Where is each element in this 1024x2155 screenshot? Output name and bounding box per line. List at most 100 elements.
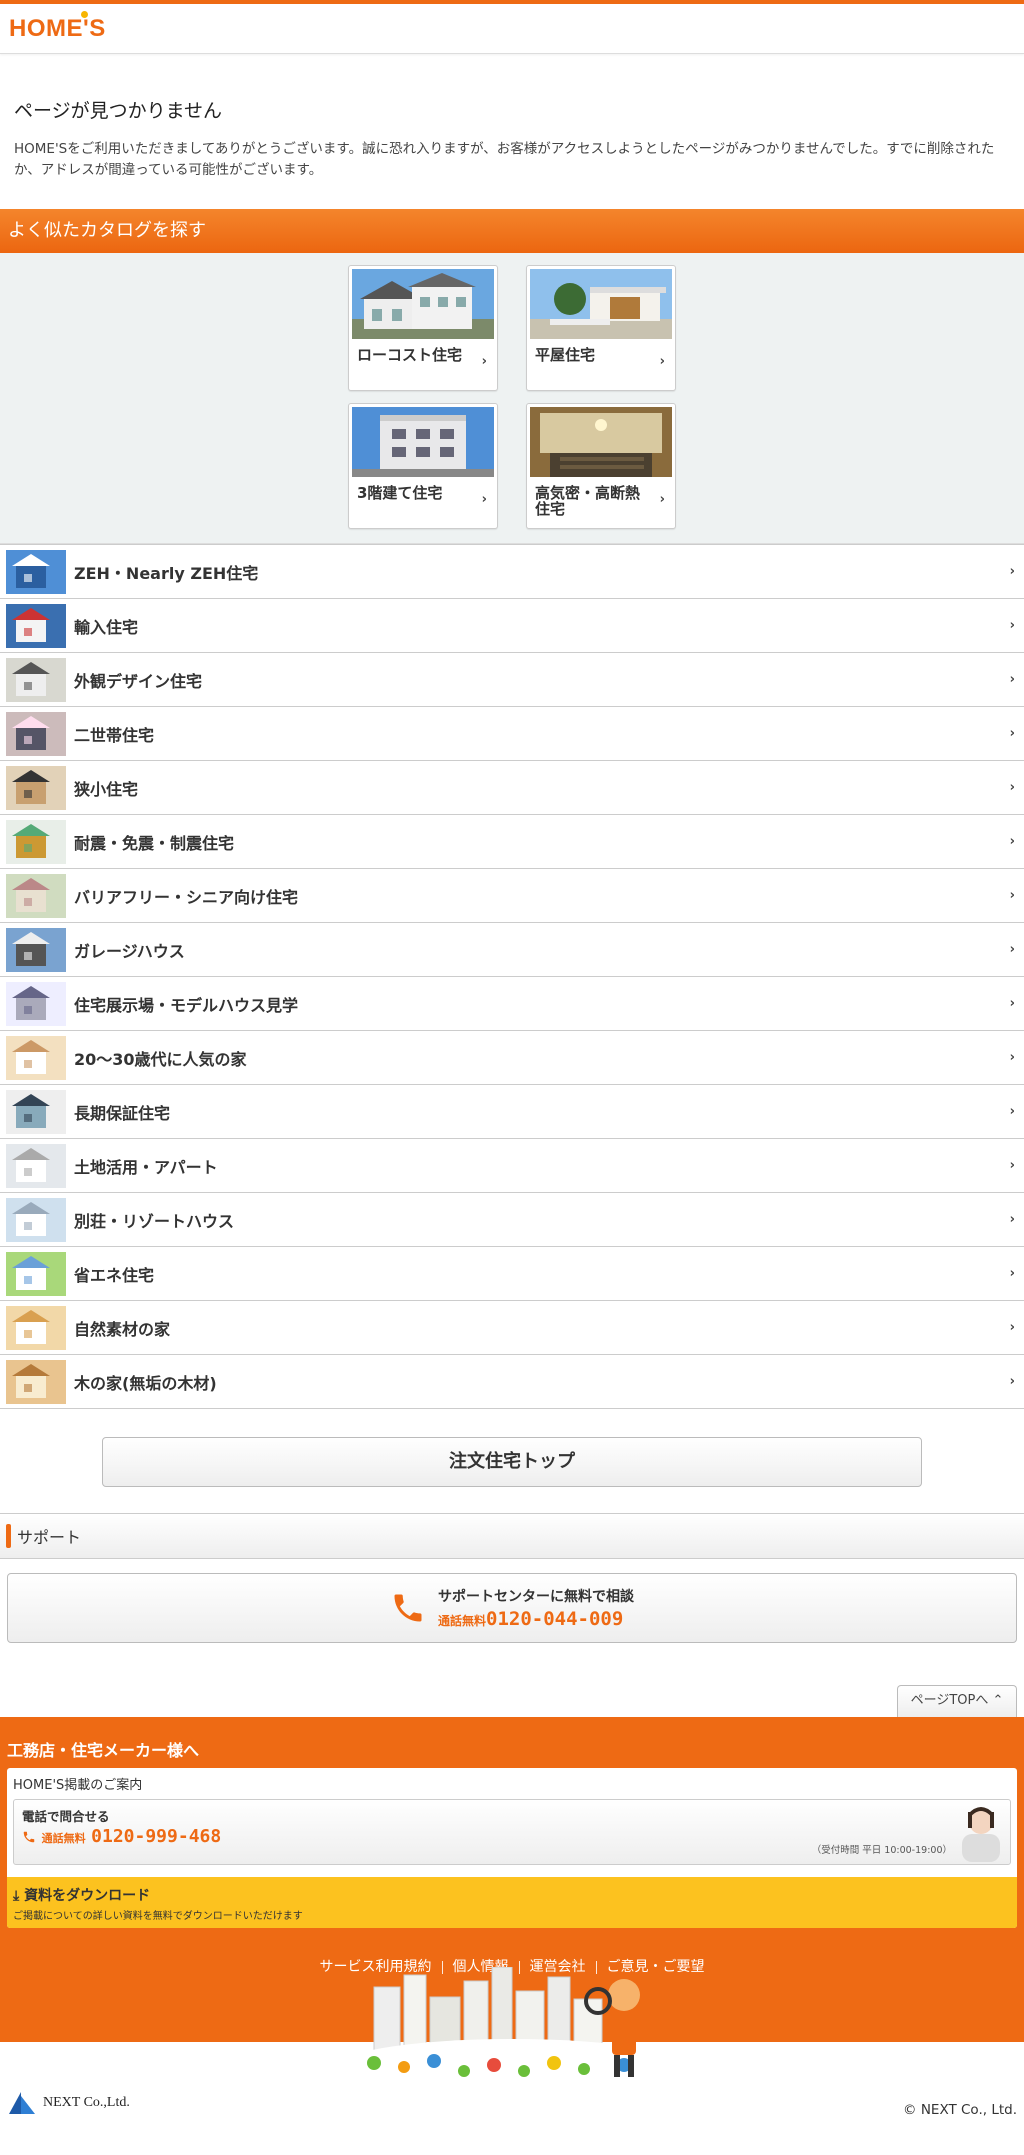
- page: HOME'S ページが見つかりません HOME'Sをご利用いただきましてありがと…: [0, 0, 1024, 2138]
- chevron-right-icon: ›: [481, 354, 487, 369]
- category-thumbnail: [6, 981, 66, 1026]
- next-logo-mark-icon: [9, 2092, 35, 2114]
- support-phone-number: 0120-044-009: [486, 1608, 624, 1630]
- support-section-title: サポート: [17, 1528, 82, 1547]
- page-title: ページが見つかりません: [14, 100, 223, 122]
- list-item-label: ZEH・Nearly ZEH住宅: [74, 563, 259, 583]
- list-item-label: 別荘・リゾートハウス: [74, 1211, 235, 1231]
- listing-info-caption: HOME'S掲載のご案内: [13, 1778, 143, 1793]
- chevron-right-icon: ›: [1009, 834, 1015, 849]
- category-thumbnail: [6, 819, 66, 864]
- list-item-long-warranty[interactable]: 長期保証住宅 ›: [0, 1085, 1024, 1139]
- support-consult-text: サポートセンターに無料で相談: [438, 1589, 634, 1605]
- site-header: HOME'S: [0, 0, 1024, 54]
- category-thumbnail: [6, 765, 66, 810]
- operator-illustration: [962, 1807, 1000, 1862]
- chevron-right-icon: ›: [1009, 888, 1015, 903]
- chevron-right-icon: ›: [1009, 996, 1015, 1011]
- list-item-label: 木の家(無垢の木材): [74, 1373, 217, 1393]
- category-thumbnail: [6, 1251, 66, 1296]
- catalog-card-grid: ローコスト住宅 › 平屋住宅 › 3階建て住宅 › 高気密・高断熱住宅 ›: [348, 265, 676, 529]
- list-item-natural-material[interactable]: 自然素材の家 ›: [0, 1301, 1024, 1355]
- list-item-label: 耐震・免震・制震住宅: [74, 833, 235, 853]
- catalog-section-title: よく似たカタログを探す: [0, 209, 1024, 253]
- chevron-right-icon: ›: [1009, 1158, 1015, 1173]
- three-story-house-photo: [352, 407, 494, 477]
- builders-box: HOME'S掲載のご案内 電話で問合せる 通話無料 0120-999-468 （…: [7, 1768, 1017, 1928]
- chevron-right-icon: ›: [659, 492, 665, 507]
- chevron-right-icon: ›: [1009, 1050, 1015, 1065]
- list-item-label: ガレージハウス: [74, 941, 185, 961]
- support-call-text: サポートセンターに無料で相談 通話無料0120-044-009: [438, 1586, 634, 1630]
- chevron-right-icon: ›: [1009, 942, 1015, 957]
- low-cost-house-photo: [352, 269, 494, 339]
- category-thumbnail: [6, 1035, 66, 1080]
- list-item-label: 20〜30歳代に人気の家: [74, 1049, 247, 1069]
- list-item-label: 外観デザイン住宅: [74, 671, 203, 691]
- catalog-card-one-story[interactable]: 平屋住宅 ›: [526, 265, 676, 391]
- list-item-zeh[interactable]: ZEH・Nearly ZEH住宅 ›: [0, 545, 1024, 599]
- footer-builders: 工務店・住宅メーカー様へ HOME'S掲載のご案内 電話で問合せる 通話無料 0…: [0, 1717, 1024, 2095]
- one-story-house-photo: [530, 269, 672, 339]
- custom-home-top-button[interactable]: 注文住宅トップ: [102, 1437, 922, 1487]
- category-thumbnail: [6, 1359, 66, 1404]
- top-button-area: 注文住宅トップ: [0, 1409, 1024, 1513]
- list-item-imported[interactable]: 輸入住宅 ›: [0, 599, 1024, 653]
- list-item-label: 二世帯住宅: [74, 725, 155, 745]
- list-item-label: 狭小住宅: [74, 779, 139, 799]
- chevron-right-icon: ›: [1009, 1374, 1015, 1389]
- chevron-right-icon: ›: [1009, 1104, 1015, 1119]
- pagetop-row: ページTOPへ ⌃: [0, 1643, 1024, 1717]
- chevron-right-icon: ›: [1009, 780, 1015, 795]
- list-item-narrow-lot[interactable]: 狭小住宅 ›: [0, 761, 1024, 815]
- list-item-energy-saving[interactable]: 省エネ住宅 ›: [0, 1247, 1024, 1301]
- page-top-button[interactable]: ページTOPへ ⌃: [897, 1685, 1017, 1717]
- builders-phone-number: 0120-999-468: [91, 1826, 222, 1847]
- builders-title: 工務店・住宅メーカー様へ: [7, 1741, 200, 1760]
- support-call-button[interactable]: サポートセンターに無料で相談 通話無料0120-044-009: [7, 1573, 1017, 1643]
- catalog-card-three-story[interactable]: 3階建て住宅 ›: [348, 403, 498, 529]
- homes-logo[interactable]: HOME'S: [9, 10, 106, 43]
- reception-hours: （受付時間 平日 10:00-19:00）: [811, 1845, 952, 1856]
- city-mascot-illustration: [336, 1967, 688, 2095]
- download-description: ご掲載についての詳しい資料を無料でダウンロードいただけます: [13, 1911, 303, 1922]
- download-materials-button[interactable]: ⤓ 資料をダウンロード ご掲載についての詳しい資料を無料でダウンロードいただけま…: [7, 1877, 1017, 1928]
- support-section-header: サポート: [0, 1513, 1024, 1559]
- list-item-resort-house[interactable]: 別荘・リゾートハウス ›: [0, 1193, 1024, 1247]
- list-item-barrier-free[interactable]: バリアフリー・シニア向け住宅 ›: [0, 869, 1024, 923]
- list-item-label: 省エネ住宅: [74, 1265, 155, 1285]
- list-item-popular-20s-30s[interactable]: 20〜30歳代に人気の家 ›: [0, 1031, 1024, 1085]
- high-insulation-interior-photo: [530, 407, 672, 477]
- builders-phone-button[interactable]: 電話で問合せる 通話無料 0120-999-468 （受付時間 平日 10:00…: [13, 1799, 1011, 1865]
- catalog-card-insulation[interactable]: 高気密・高断熱住宅 ›: [526, 403, 676, 529]
- catalog-list: ZEH・Nearly ZEH住宅 › 輸入住宅 › 外観デザイン住宅 › 二世帯住宅 › 狭小住…: [0, 544, 1024, 1409]
- list-item-garage-house[interactable]: ガレージハウス ›: [0, 923, 1024, 977]
- list-item-earthquake-resistant[interactable]: 耐震・免震・制震住宅 ›: [0, 815, 1024, 869]
- free-call-label: 通話無料: [41, 1832, 86, 1845]
- not-found-section: ページが見つかりません HOME'Sをご利用いただきましてありがとうございます。…: [0, 54, 1024, 209]
- category-thumbnail: [6, 873, 66, 918]
- chevron-right-icon: ›: [1009, 618, 1015, 633]
- catalog-card-label: 3階建て住宅: [357, 484, 443, 502]
- chevron-right-icon: ›: [481, 492, 487, 507]
- catalog-card-label: 高気密・高断熱住宅: [535, 484, 641, 518]
- chevron-right-icon: ›: [1009, 1212, 1015, 1227]
- free-call-label: 通話無料: [438, 1614, 487, 1628]
- list-item-model-house[interactable]: 住宅展示場・モデルハウス見学 ›: [0, 977, 1024, 1031]
- list-item-wooden-house[interactable]: 木の家(無垢の木材) ›: [0, 1355, 1024, 1409]
- support-phone-line: 通話無料0120-044-009: [438, 1608, 634, 1630]
- next-company-logo[interactable]: NEXT Co.,Ltd.: [7, 2088, 130, 2118]
- list-item-land-use[interactable]: 土地活用・アパート ›: [0, 1139, 1024, 1193]
- category-thumbnail: [6, 549, 66, 594]
- list-item-label: 輸入住宅: [74, 617, 139, 637]
- list-item-label: 長期保証住宅: [74, 1103, 171, 1123]
- catalog-card-low-cost[interactable]: ローコスト住宅 ›: [348, 265, 498, 391]
- list-item-label: 住宅展示場・モデルハウス見学: [74, 995, 299, 1015]
- category-thumbnail: [6, 603, 66, 648]
- list-item-exterior-design[interactable]: 外観デザイン住宅 ›: [0, 653, 1024, 707]
- category-thumbnail: [6, 927, 66, 972]
- list-item-two-household[interactable]: 二世帯住宅 ›: [0, 707, 1024, 761]
- catalog-card-label: 平屋住宅: [535, 346, 596, 364]
- chevron-right-icon: ›: [1009, 726, 1015, 741]
- chevron-right-icon: ›: [1009, 672, 1015, 687]
